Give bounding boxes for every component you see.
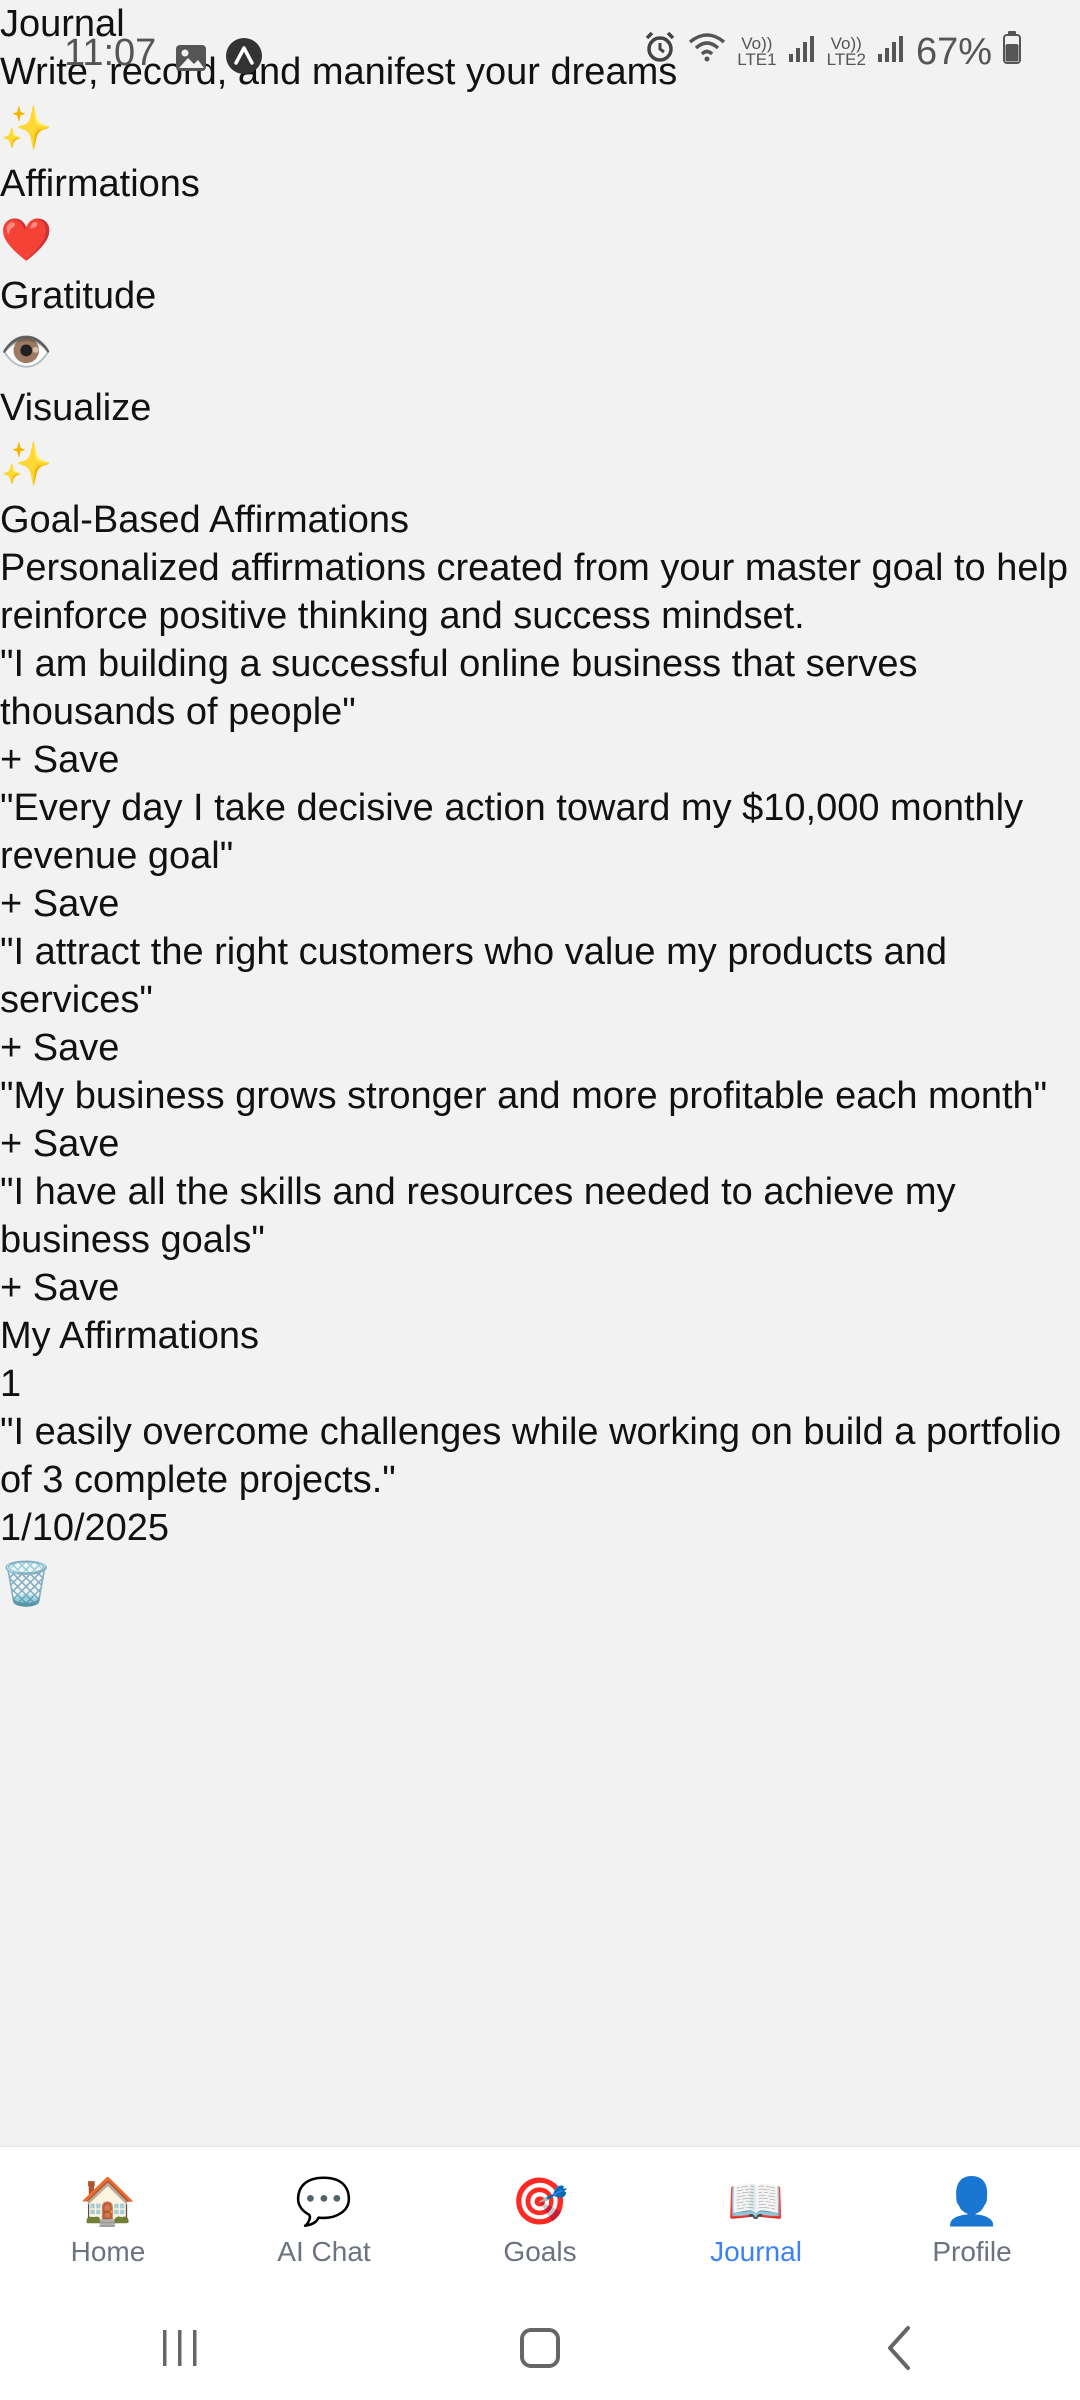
system-navigation-bar	[0, 2296, 1080, 2400]
back-system-button[interactable]	[800, 2308, 1000, 2388]
journal-screen: Journal Write, record, and manifest your…	[0, 0, 1080, 1616]
trash-icon[interactable]: 🗑️	[0, 1552, 1080, 1616]
affirmation-text: "My business grows stronger and more pro…	[0, 1075, 1048, 1117]
goal-affirmations-section: ✨ Goal-Based Affirmations Personalized a…	[0, 432, 1080, 1312]
eye-icon: 👁️	[0, 328, 53, 375]
tab-label: Gratitude	[0, 275, 157, 317]
affirmation-text: "I have all the skills and resources nee…	[0, 1171, 956, 1261]
target-icon: 🎯	[511, 2174, 569, 2227]
save-affirmation-button[interactable]: + Save	[0, 1120, 1080, 1168]
nav-profile[interactable]: 👤 Profile	[864, 2176, 1080, 2268]
tab-gratitude[interactable]: ❤️ Gratitude	[0, 208, 1080, 320]
book-icon: 📖	[727, 2174, 785, 2227]
recent-apps-icon	[163, 2330, 197, 2366]
save-affirmation-button[interactable]: + Save	[0, 1024, 1080, 1072]
nav-label: Journal	[710, 2235, 802, 2267]
save-affirmation-button[interactable]: + Save	[0, 736, 1080, 784]
nav-ai-chat[interactable]: 💬 AI Chat	[216, 2176, 432, 2268]
back-chevron-icon	[888, 2326, 910, 2370]
section-title: Goal-Based Affirmations	[0, 499, 410, 541]
affirmation-text: "I attract the right customers who value…	[0, 931, 948, 1021]
nav-home[interactable]: 🏠 Home	[0, 2176, 216, 2268]
affirmation-count: 1	[0, 1363, 22, 1405]
saved-affirmation-text: "I easily overcome challenges while work…	[0, 1411, 1062, 1501]
save-affirmation-button[interactable]: + Save	[0, 880, 1080, 928]
nav-goals[interactable]: 🎯 Goals	[432, 2176, 648, 2268]
home-square-icon	[520, 2328, 560, 2368]
save-affirmation-button[interactable]: + Save	[0, 1264, 1080, 1312]
sparkles-icon: ✨	[0, 440, 53, 487]
tab-visualize[interactable]: 👁️ Visualize	[0, 320, 1080, 432]
nav-journal[interactable]: 📖 Journal	[648, 2176, 864, 2268]
saved-affirmation-date: 1/10/2025	[0, 1507, 170, 1549]
home-icon: 🏠	[79, 2174, 137, 2227]
home-system-button[interactable]	[440, 2308, 640, 2388]
tab-label: Affirmations	[0, 163, 200, 205]
tab-affirmations[interactable]: ✨ Affirmations	[0, 96, 1080, 208]
sparkles-icon: ✨	[0, 104, 53, 151]
nav-label: AI Chat	[277, 2235, 371, 2267]
nav-label: Profile	[932, 2235, 1012, 2267]
section-description: Personalized affirmations created from y…	[0, 547, 1069, 637]
recent-apps-button[interactable]	[80, 2308, 280, 2388]
nav-label: Home	[70, 2235, 146, 2267]
page-title: Journal	[0, 3, 125, 45]
my-affirmations-section: My Affirmations 1 "I easily overcome cha…	[0, 1312, 1080, 1616]
nav-label: Goals	[503, 2235, 577, 2267]
affirmation-text: "Every day I take decisive action toward…	[0, 787, 1024, 877]
bottom-navigation: 🏠 Home 💬 AI Chat 🎯 Goals 📖 Journal 👤 Pro…	[0, 2146, 1080, 2296]
section-title: My Affirmations	[0, 1315, 260, 1357]
chat-icon: 💬	[295, 2174, 353, 2227]
page-subtitle: Write, record, and manifest your dreams	[0, 51, 678, 93]
tab-label: Visualize	[0, 387, 152, 429]
profile-icon: 👤	[943, 2174, 1001, 2227]
heart-icon: ❤️	[0, 216, 53, 263]
affirmation-text: "I am building a successful online busin…	[0, 643, 918, 733]
